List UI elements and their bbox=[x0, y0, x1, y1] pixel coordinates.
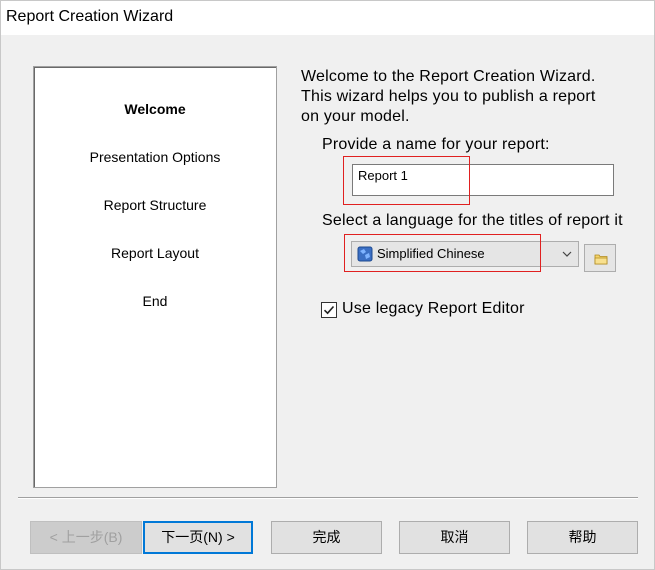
folder-icon bbox=[594, 254, 608, 265]
back-button[interactable]: < 上一步(B) bbox=[30, 521, 142, 554]
title-bar[interactable]: Report Creation Wizard bbox=[1, 1, 654, 35]
language-selected-value: Simplified Chinese bbox=[377, 246, 485, 261]
checkmark-icon bbox=[323, 305, 335, 315]
legacy-editor-checkbox[interactable] bbox=[321, 302, 337, 318]
report-name-value: Report 1 bbox=[358, 168, 408, 183]
legacy-editor-label: Use legacy Report Editor bbox=[342, 300, 525, 317]
welcome-text: Welcome to the Report Creation Wizard. T… bbox=[301, 67, 641, 127]
next-button[interactable]: 下一页(N) > bbox=[143, 521, 253, 554]
welcome-line-1: Welcome to the Report Creation Wizard. bbox=[301, 68, 596, 85]
wizard-window: Report Creation Wizard Welcome Presentat… bbox=[0, 0, 655, 570]
welcome-line-2: This wizard helps you to publish a repor… bbox=[301, 88, 596, 105]
step-end: End bbox=[142, 293, 168, 309]
footer-divider bbox=[18, 497, 638, 499]
browse-folder-button[interactable] bbox=[584, 244, 616, 272]
language-globe-icon bbox=[357, 246, 373, 262]
cancel-button[interactable]: 取消 bbox=[399, 521, 510, 554]
steps-panel: Welcome Presentation Options Report Stru… bbox=[33, 66, 277, 488]
help-button[interactable]: 帮助 bbox=[527, 521, 638, 554]
finish-button[interactable]: 完成 bbox=[271, 521, 382, 554]
welcome-line-3: on your model. bbox=[301, 108, 410, 125]
language-select[interactable]: Simplified Chinese bbox=[351, 241, 579, 267]
chevron-down-icon[interactable] bbox=[561, 248, 573, 260]
language-label: Select a language for the titles of repo… bbox=[322, 212, 623, 229]
report-name-label: Provide a name for your report: bbox=[322, 136, 550, 153]
step-welcome: Welcome bbox=[124, 101, 186, 117]
step-presentation-options: Presentation Options bbox=[89, 149, 221, 165]
step-report-structure: Report Structure bbox=[103, 197, 207, 213]
step-report-layout: Report Layout bbox=[111, 245, 199, 261]
window-title: Report Creation Wizard bbox=[6, 8, 174, 25]
